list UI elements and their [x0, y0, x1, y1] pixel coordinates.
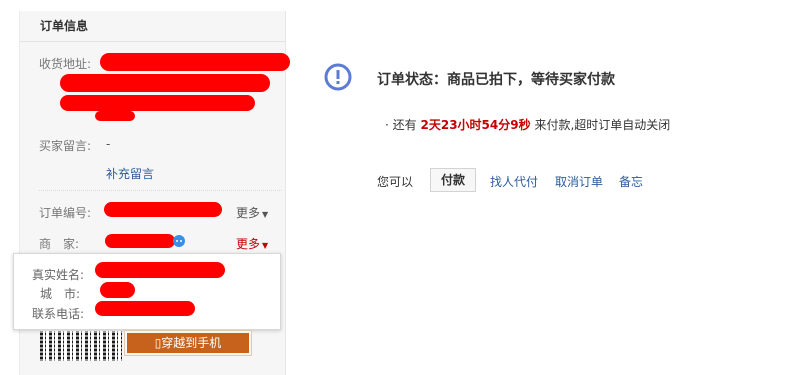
address-redaction-3	[60, 95, 255, 111]
add-message-link[interactable]: 补充留言	[106, 165, 154, 182]
seller-redaction	[105, 234, 175, 248]
remaining-suffix: 来付款,超时订单自动关闭	[534, 118, 671, 132]
order-status-title: 订单状态：商品已拍下，等待买家付款	[377, 72, 615, 88]
proxy-pay-link[interactable]: 找人代付	[490, 173, 538, 190]
seller-label: 商 家:	[39, 237, 80, 251]
to-mobile-label: 穿越到手机	[161, 336, 222, 350]
address-redaction	[100, 53, 290, 71]
phone-redaction	[95, 301, 195, 316]
real-name-label: 真实姓名:	[32, 268, 85, 282]
qr-code-pattern	[40, 331, 122, 361]
order-number-more[interactable]: 更多 ▼	[236, 204, 268, 221]
order-info-title: 订单信息	[20, 11, 285, 42]
city-label: 城 市:	[40, 287, 81, 301]
address-label: 收货地址:	[39, 57, 92, 71]
message-label: 买家留言:	[39, 139, 92, 153]
order-number-redaction	[104, 202, 222, 217]
cancel-order-link[interactable]: 取消订单	[555, 173, 603, 190]
bullet: ·	[385, 118, 389, 132]
order-more-label: 更多	[236, 206, 261, 220]
address-redaction-4	[95, 111, 135, 121]
address-redaction-2	[60, 74, 270, 92]
message-value: -	[106, 137, 111, 151]
section-divider	[39, 190, 282, 191]
to-mobile-button[interactable]: ▯穿越到手机	[124, 330, 252, 356]
chevron-down-icon: ▼	[262, 241, 269, 250]
memo-link[interactable]: 备忘	[619, 173, 643, 190]
alert-icon	[324, 63, 352, 91]
pay-button[interactable]: 付款	[430, 168, 476, 192]
phone-label: 联系电话:	[32, 307, 85, 321]
seller-more[interactable]: 更多 ▼	[236, 235, 268, 252]
seller-more-label: 更多	[236, 237, 261, 251]
chevron-down-icon: ▼	[262, 210, 269, 219]
remaining-prefix: 还有	[392, 118, 417, 132]
real-name-redaction	[95, 262, 225, 278]
city-redaction	[100, 282, 135, 298]
wangwang-chat-icon[interactable]	[172, 234, 186, 248]
action-intro: 您可以	[377, 175, 414, 189]
to-mobile-button-face: ▯穿越到手机	[127, 333, 249, 353]
remaining-time: 2天23小时54分9秒	[420, 118, 531, 132]
payment-countdown: · 还有 2天23小时54分9秒 来付款,超时订单自动关闭	[385, 116, 670, 133]
order-number-label: 订单编号:	[39, 206, 92, 220]
